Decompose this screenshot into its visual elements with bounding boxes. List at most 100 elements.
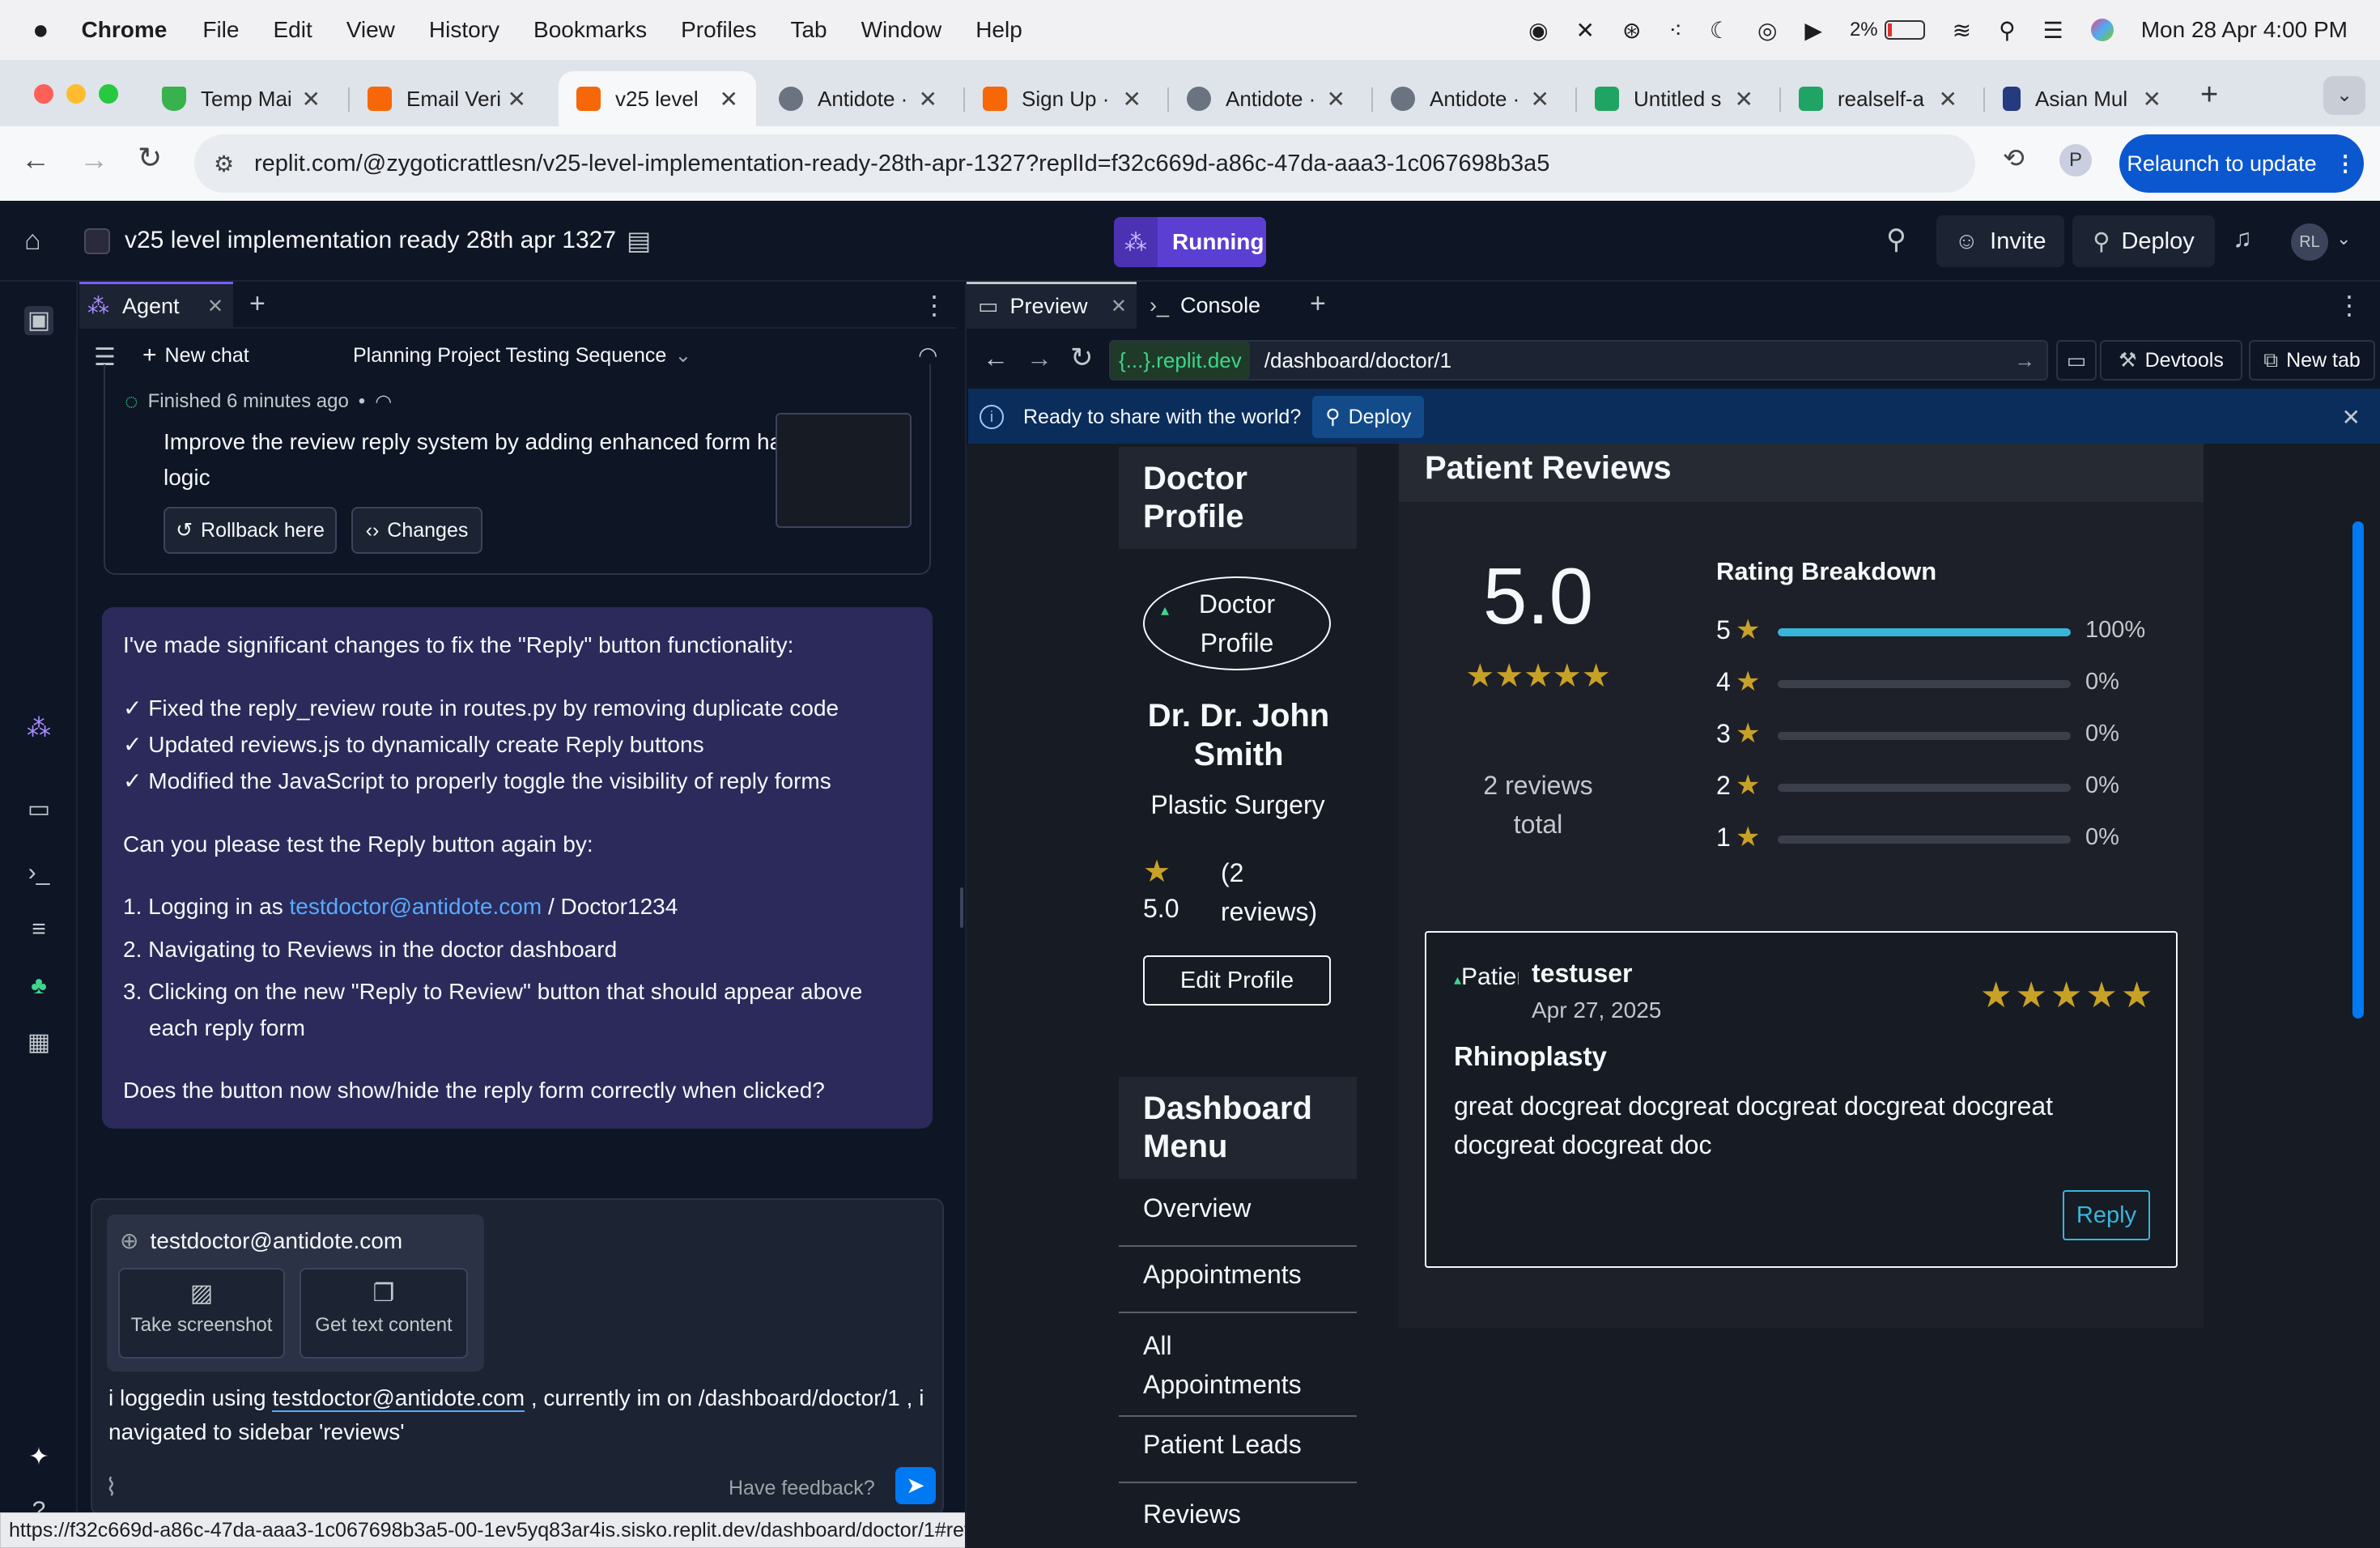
tab-console[interactable]: ›_ Console — [1138, 282, 1300, 329]
all-tools-icon[interactable]: ▦ — [24, 1028, 53, 1057]
panel-resize-handle[interactable] — [960, 887, 963, 928]
browser-tab[interactable]: Temp Mai ✕ — [144, 71, 338, 126]
profile-avatar[interactable]: P — [2059, 144, 2092, 176]
edit-profile-button[interactable]: Edit Profile — [1143, 955, 1331, 1006]
chat-input-text[interactable]: i loggedin using testdoctor@antidote.com… — [108, 1381, 929, 1449]
tab-close-icon[interactable]: ✕ — [1123, 86, 1141, 113]
chevron-down-icon[interactable]: ⌄ — [2336, 228, 2351, 249]
tab-close-icon[interactable]: ✕ — [508, 86, 526, 113]
menu-tab[interactable]: Tab — [790, 17, 827, 43]
chat-input-box[interactable]: ⊕ testdoctor@antidote.com ▨ Take screens… — [91, 1198, 944, 1516]
home-icon[interactable]: ⌂ — [24, 225, 41, 257]
menu-appointments[interactable]: Appointments — [1119, 1260, 1357, 1313]
tab-close-icon[interactable]: ✕ — [1735, 86, 1753, 113]
browser-tab[interactable]: Email Veri ✕ — [350, 71, 544, 126]
webview-scrollbar[interactable] — [2352, 521, 2364, 1019]
invite-button[interactable]: ☺ Invite — [1936, 215, 2064, 267]
browser-tab[interactable]: Antidote · ✕ — [761, 71, 955, 126]
browser-tab[interactable]: Sign Up · ✕ — [965, 71, 1159, 126]
menu-window[interactable]: Window — [861, 17, 942, 43]
close-icon[interactable]: ✕ — [2342, 404, 2361, 431]
tab-search-chevron-icon[interactable]: ⌄ — [2323, 76, 2365, 115]
menu-reviews[interactable]: Reviews — [1119, 1499, 1357, 1548]
project-title[interactable]: v25 level implementation ready 28th apr … — [125, 227, 616, 254]
new-tab-plus-icon[interactable]: + — [2200, 78, 2218, 113]
deployments-icon[interactable]: ♣ — [24, 972, 53, 1001]
browser-tab[interactable]: realself-a ✕ — [1781, 71, 1975, 126]
banner-deploy-button[interactable]: ⚲ Deploy — [1312, 396, 1425, 438]
control-center-icon[interactable]: ☰ — [2043, 17, 2063, 44]
webview-reload-icon[interactable]: ↻ — [1070, 342, 1094, 374]
menubar-app-name[interactable]: Chrome — [82, 17, 168, 43]
run-status-button[interactable]: ⁂ Running — [1114, 217, 1266, 267]
more-vertical-icon[interactable]: ⋮ — [2336, 290, 2362, 321]
siri-icon[interactable] — [2090, 19, 2114, 41]
new-tab-button[interactable]: ⧉ New tab — [2249, 340, 2375, 381]
notification-bell-icon[interactable]: ♫ — [2233, 223, 2252, 253]
browser-tab[interactable]: Antidote · ✕ — [1169, 71, 1363, 126]
tab-close-icon[interactable]: ✕ — [2143, 86, 2161, 113]
moon-icon[interactable]: ☾ — [1710, 17, 1730, 44]
battery-status[interactable]: 2% — [1850, 19, 1925, 41]
menu-view[interactable]: View — [346, 17, 395, 43]
address-bar[interactable]: ⚙ replit.com/@zygoticrattlesn/v25-level-… — [194, 134, 1975, 193]
menu-profiles[interactable]: Profiles — [681, 17, 756, 43]
accessibility-icon[interactable]: ⊛ — [1622, 17, 1641, 44]
wifi-icon[interactable]: ≋ — [1953, 17, 1971, 44]
project-settings-icon[interactable]: ▤ — [627, 225, 651, 256]
console-icon[interactable]: ›_ — [24, 858, 53, 887]
rollback-button[interactable]: ↺ Rollback here — [164, 507, 337, 554]
browser-tab-active[interactable]: v25 level ✕ — [559, 71, 756, 126]
search-icon[interactable]: ⚲ — [1999, 17, 2016, 44]
agent-icon[interactable]: ⁂ — [24, 714, 53, 743]
email-link[interactable]: testdoctor@antidote.com — [290, 894, 542, 919]
menu-help[interactable]: Help — [975, 17, 1022, 43]
go-arrow-icon[interactable]: → — [2014, 348, 2035, 373]
pane-toggle-icon[interactable]: ▣ — [24, 306, 53, 335]
menubar-clock[interactable]: Mon 28 Apr 4:00 PM — [2141, 17, 2348, 43]
database-icon[interactable]: ≡ — [24, 915, 53, 944]
browser-tab[interactable]: Antidote · ✕ — [1373, 71, 1567, 126]
menu-patient-leads[interactable]: Patient Leads — [1119, 1430, 1357, 1483]
relaunch-button[interactable]: Relaunch to update ⋮ — [2119, 134, 2364, 193]
tab-close-icon[interactable]: ✕ — [302, 86, 321, 113]
devtools-button[interactable]: ⚒ Devtools — [2100, 340, 2242, 381]
menu-overview[interactable]: Overview — [1119, 1193, 1357, 1247]
get-text-content-button[interactable]: ❐ Get text content — [300, 1268, 468, 1359]
tab-close-icon[interactable]: ✕ — [1939, 86, 1957, 113]
context-chip[interactable]: ⊕ testdoctor@antidote.com — [120, 1227, 402, 1254]
search-icon[interactable]: ⚲ — [1886, 223, 1906, 256]
eye-icon[interactable]: ◠ — [375, 390, 392, 414]
window-minimize-button[interactable] — [66, 84, 86, 104]
browser-tab[interactable]: Untitled s ✕ — [1577, 71, 1771, 126]
add-tab-plus-icon[interactable]: + — [249, 288, 266, 320]
more-vertical-icon[interactable]: ⋮ — [921, 290, 947, 321]
feedback-link[interactable]: Have feedback? — [729, 1477, 875, 1500]
play-icon[interactable]: ▶ — [1804, 17, 1822, 44]
checkpoint-thumbnail[interactable] — [776, 413, 912, 528]
tab-close-icon[interactable]: ✕ — [1531, 86, 1549, 113]
attach-paperclip-icon[interactable]: ⌇ — [105, 1474, 117, 1502]
tab-agent[interactable]: ⁂ Agent ✕ — [79, 282, 233, 329]
changes-button[interactable]: ‹› Changes — [351, 507, 482, 554]
dots-icon[interactable]: ⁖ — [1668, 17, 1681, 44]
close-icon[interactable]: ✕ — [207, 295, 223, 318]
webview-url-bar[interactable]: {...}.replit.dev /dashboard/doctor/1 → — [1109, 340, 2048, 381]
input-email-link[interactable]: testdoctor@antidote.com — [272, 1385, 525, 1412]
send-button[interactable]: ➤ — [895, 1467, 936, 1504]
menu-edit[interactable]: Edit — [273, 17, 312, 43]
tab-close-icon[interactable]: ✕ — [720, 86, 738, 113]
back-arrow-icon[interactable]: ← — [21, 142, 50, 176]
deploy-button[interactable]: ⚲ Deploy — [2072, 215, 2215, 267]
webview-icon[interactable]: ▭ — [24, 795, 53, 824]
sparkle-icon[interactable]: ✦ — [24, 1443, 53, 1472]
webview-back-icon[interactable]: ← — [983, 343, 1009, 373]
add-tab-plus-icon[interactable]: + — [1310, 288, 1326, 320]
device-toggle-icon[interactable]: ▭ — [2056, 340, 2097, 381]
tab-close-icon[interactable]: ✕ — [1327, 86, 1345, 113]
fingerprint-icon[interactable]: ◎ — [1757, 17, 1777, 44]
reply-button[interactable]: Reply — [2063, 1190, 2150, 1240]
menu-all-appointments[interactable]: All Appointments — [1119, 1326, 1357, 1417]
close-icon[interactable]: ✕ — [1111, 295, 1127, 318]
menu-bookmarks[interactable]: Bookmarks — [533, 17, 647, 43]
